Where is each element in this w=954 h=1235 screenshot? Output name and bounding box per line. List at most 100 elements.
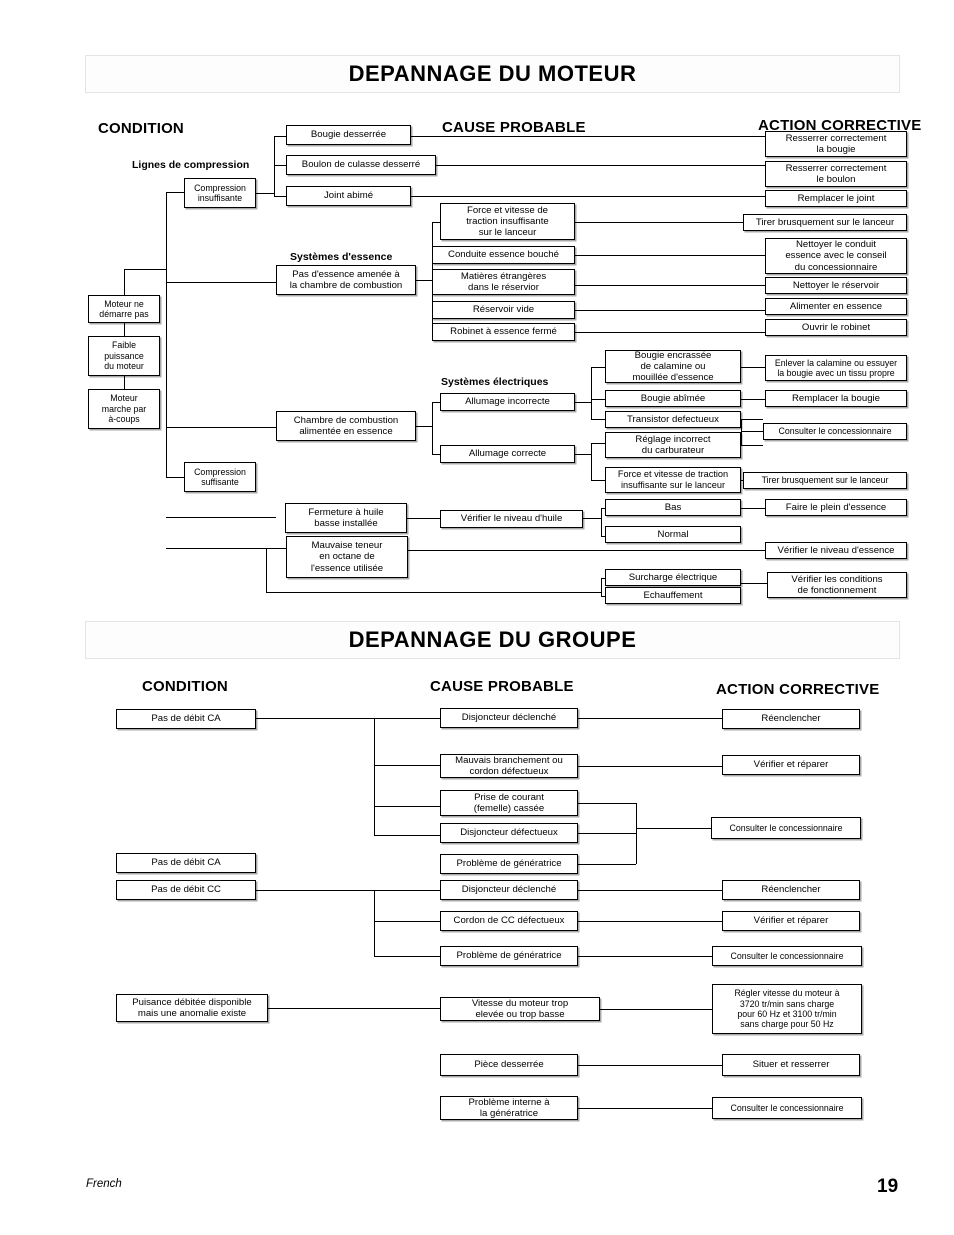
- engine-condition-box: Moteur ne démarre pas: [88, 295, 160, 323]
- engine-oil-level-box: Bas: [605, 499, 741, 516]
- generator-action-box: Consulter le concessionnaire: [712, 1097, 862, 1119]
- engine-action-box: Resserrer correctement la bougie: [765, 131, 907, 157]
- connector: [166, 477, 184, 478]
- engine-subcondition-box: Fermeture à huile basse installée: [285, 503, 407, 533]
- engine-header-condition: CONDITION: [98, 120, 184, 137]
- connector: [166, 517, 276, 518]
- connector: [124, 269, 166, 270]
- connector: [741, 431, 763, 432]
- connector: [591, 367, 605, 368]
- engine-section-banner: DEPANNAGE DU MOTEUR: [85, 55, 900, 93]
- connector: [166, 192, 184, 193]
- engine-cause-box: Bougie desserrée: [286, 125, 411, 145]
- generator-cause-box: Prise de courant (femelle) cassée: [440, 790, 578, 816]
- connector: [575, 332, 765, 333]
- generator-action-box: Consulter le concessionnaire: [711, 817, 861, 839]
- connector: [432, 454, 440, 455]
- connector: [432, 402, 433, 454]
- connector: [578, 890, 722, 891]
- generator-condition-box: Pas de débit CC: [116, 880, 256, 900]
- connector: [166, 427, 276, 428]
- engine-section-title: DEPANNAGE DU MOTEUR: [348, 61, 637, 86]
- engine-cause-box: Réglage incorrect du carburateur: [605, 432, 741, 458]
- connector: [256, 193, 274, 194]
- connector: [416, 280, 432, 281]
- engine-action-box: Ouvrir le robinet: [765, 319, 907, 336]
- engine-check-box: Vérifier le niveau d'huile: [440, 510, 583, 528]
- connector: [601, 508, 602, 536]
- connector: [591, 399, 605, 400]
- engine-action-box: Remplacer la bougie: [765, 390, 907, 407]
- engine-subcondition-box: Chambre de combustion alimentée en essen…: [276, 411, 416, 441]
- connector: [411, 136, 765, 137]
- engine-cause-box: Joint abimé: [286, 186, 411, 206]
- generator-cause-box: Problème interne à la génératrice: [440, 1096, 578, 1120]
- connector: [636, 803, 637, 864]
- engine-cause-box: Bougie abîmée: [605, 390, 741, 407]
- connector: [374, 806, 440, 807]
- connector: [374, 890, 375, 956]
- engine-action-box: Consulter le concessionnaire: [763, 423, 907, 440]
- connector: [374, 835, 440, 836]
- connector: [124, 323, 125, 336]
- engine-action-box: Resserrer correctement le boulon: [765, 161, 907, 187]
- footer-language: French: [86, 1178, 122, 1190]
- connector: [575, 285, 765, 286]
- connector: [741, 431, 742, 445]
- engine-cause-box: Matières étrangères dans le réservior: [432, 269, 575, 295]
- engine-condition-box: Faible puissance du moteur: [88, 336, 160, 376]
- connector: [741, 367, 765, 368]
- connector: [256, 890, 440, 891]
- connector: [268, 1008, 440, 1009]
- generator-header-condition: CONDITION: [142, 678, 228, 695]
- connector: [575, 402, 591, 403]
- connector: [166, 282, 276, 283]
- connector: [432, 402, 440, 403]
- generator-condition-box: Pas de débit CA: [116, 709, 256, 729]
- generator-cause-box: Problème de génératrice: [440, 854, 578, 874]
- engine-action-box: Tirer brusquement sur le lanceur: [743, 214, 907, 231]
- connector: [741, 419, 763, 420]
- generator-action-box: Situer et resserrer: [722, 1054, 860, 1076]
- generator-cause-box: Problème de génératrice: [440, 946, 578, 966]
- engine-cause-box: Force et vitesse de traction insuffisant…: [605, 467, 741, 493]
- connector: [600, 1009, 712, 1010]
- connector: [578, 956, 712, 957]
- connector: [256, 718, 440, 719]
- engine-cause-box: Bougie encrassée de calamine ou mouillée…: [605, 350, 741, 383]
- connector: [374, 921, 440, 922]
- connector: [266, 592, 601, 593]
- generator-cause-box: Cordon de CC défectueux: [440, 911, 578, 931]
- connector: [591, 419, 605, 420]
- engine-action-box: Nettoyer le conduit essence avec le cons…: [765, 238, 907, 274]
- engine-action-box: Vérifier le niveau d'essence: [765, 542, 907, 559]
- footer-page-number: 19: [877, 1176, 899, 1197]
- connector: [591, 443, 592, 480]
- generator-header-cause: CAUSE PROBABLE: [430, 678, 574, 695]
- generator-cause-box: Vitesse du moteur trop elevée ou trop ba…: [440, 997, 600, 1021]
- generator-action-box: Réenclencher: [722, 709, 860, 729]
- connector: [408, 550, 765, 551]
- engine-condition-box: Moteur marche par à-coups: [88, 389, 160, 429]
- engine-cause-box: Force et vitesse de traction insuffisant…: [440, 203, 575, 240]
- connector: [411, 196, 765, 197]
- engine-action-box: Tirer brusquement sur le lanceur: [743, 472, 907, 489]
- connector: [591, 480, 605, 481]
- connector: [274, 196, 286, 197]
- connector: [578, 766, 722, 767]
- connector: [578, 718, 722, 719]
- connector: [124, 269, 125, 296]
- connector: [741, 419, 742, 431]
- generator-action-box: Vérifier et réparer: [722, 911, 860, 931]
- engine-ignition-box: Allumage correcte: [440, 445, 575, 463]
- connector: [124, 376, 125, 389]
- engine-cause-box: Réservoir vide: [432, 301, 575, 319]
- connector: [432, 222, 440, 223]
- generator-cause-box: Mauvais branchement ou cordon défectueux: [440, 754, 578, 778]
- engine-subcondition-box: Mauvaise teneur en octane de l'essence u…: [286, 536, 408, 578]
- engine-header-cause: CAUSE PROBABLE: [442, 119, 586, 136]
- engine-cause-box: Conduite essence bouché: [432, 246, 575, 264]
- engine-action-box: Nettoyer le réservoir: [765, 277, 907, 294]
- generator-action-box: Vérifier et réparer: [722, 755, 860, 775]
- connector: [578, 1108, 712, 1109]
